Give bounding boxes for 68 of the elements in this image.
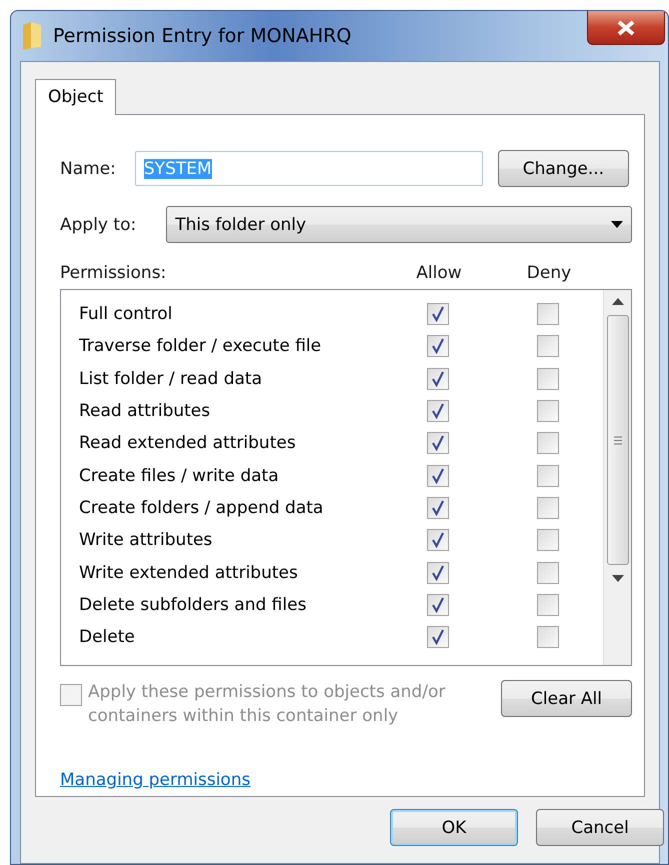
deny-checkbox[interactable] <box>537 464 559 487</box>
help-link[interactable]: Managing permissions <box>60 770 250 790</box>
permission-name: Write attributes <box>79 530 214 550</box>
deny-checkbox[interactable] <box>537 400 559 422</box>
tab[interactable]: Object <box>35 79 116 115</box>
column-header: Allow <box>416 263 462 283</box>
checkmark-icon <box>431 435 445 452</box>
allow-checkbox[interactable] <box>427 368 449 390</box>
clear-all-button[interactable]: Clear All <box>501 680 632 717</box>
checkmark-icon <box>431 564 445 581</box>
column-header: Deny <box>526 263 572 283</box>
allow-checkbox[interactable] <box>427 464 449 487</box>
allow-checkbox[interactable] <box>427 335 449 358</box>
deny-checkbox[interactable] <box>537 303 559 326</box>
permission-name: Write extended attributes <box>79 562 299 583</box>
checkmark-icon <box>431 338 445 354</box>
section-label: Permissions: <box>60 263 168 283</box>
deny-checkbox[interactable] <box>537 432 559 454</box>
deny-checkbox[interactable] <box>537 529 559 552</box>
deny-checkbox[interactable] <box>537 335 559 358</box>
scrollbar[interactable] <box>603 290 631 665</box>
checkmark-icon <box>431 596 445 613</box>
allow-checkbox[interactable] <box>427 303 449 326</box>
close-icon <box>616 20 636 36</box>
checkmark-icon <box>431 403 445 420</box>
change-button[interactable]: Change... <box>498 150 629 187</box>
field-label: Apply to: <box>60 214 136 234</box>
allow-checkbox[interactable] <box>427 496 449 519</box>
allow-checkbox[interactable] <box>427 529 449 552</box>
checkbox-label: Apply these permissions to objects and/or containers within this container only <box>88 681 446 728</box>
deny-checkbox[interactable] <box>537 594 559 616</box>
allow-checkbox[interactable] <box>427 594 449 616</box>
permission-name: Read attributes <box>79 401 212 422</box>
permission-name: Delete <box>79 627 136 648</box>
deny-checkbox[interactable] <box>537 626 559 648</box>
checkmark-icon <box>431 370 445 387</box>
allow-checkbox[interactable] <box>427 626 449 648</box>
deny-checkbox[interactable] <box>537 562 559 584</box>
scroll-up-icon <box>612 298 624 305</box>
permission-name: Traverse folder / execute file <box>79 336 322 356</box>
allow-checkbox[interactable] <box>427 400 449 422</box>
permission-name: Read extended attributes <box>79 433 297 454</box>
checkmark-icon <box>431 468 445 484</box>
checkmark-icon <box>431 532 445 548</box>
caret-icon <box>611 221 623 228</box>
window-title: Permission Entry for MONAHRQ <box>53 25 352 47</box>
permission-name: Delete subfolders and files <box>79 594 308 615</box>
close-button[interactable] <box>587 11 665 45</box>
checkmark-icon <box>431 500 445 516</box>
permission-name: Create files / write data <box>79 466 280 486</box>
apply-to-dropdown[interactable]: This folder only <box>166 206 632 243</box>
field-value: SYSTEM <box>144 158 212 178</box>
scroll-thumb[interactable] <box>606 315 628 565</box>
scroll-down-icon <box>612 575 624 582</box>
allow-checkbox[interactable] <box>427 562 449 584</box>
dialog-button[interactable]: OK <box>390 809 518 846</box>
permission-name: Full control <box>79 304 174 324</box>
checkmark-icon <box>431 306 445 322</box>
folder-icon <box>21 21 43 51</box>
deny-checkbox[interactable] <box>537 496 559 519</box>
field-label: Name: <box>60 158 116 178</box>
checkmark-icon <box>431 629 445 646</box>
permission-name: Create folders / append data <box>79 498 324 518</box>
deny-checkbox[interactable] <box>537 368 559 390</box>
grip-icon <box>612 436 622 444</box>
allow-checkbox[interactable] <box>427 432 449 454</box>
permission-name: List folder / read data <box>79 368 263 389</box>
dialog-button[interactable]: Cancel <box>536 809 664 846</box>
